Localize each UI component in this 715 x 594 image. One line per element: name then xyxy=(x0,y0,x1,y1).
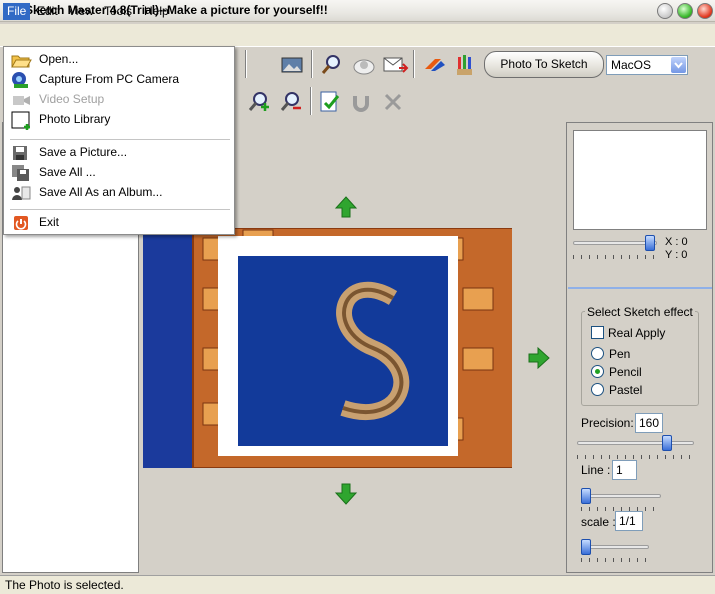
pen-label: Pen xyxy=(609,347,631,361)
email-button[interactable] xyxy=(381,51,409,79)
pencils-icon xyxy=(457,55,472,75)
preview-thumbnail[interactable] xyxy=(573,130,707,230)
line-label: Line : xyxy=(581,463,611,477)
precision-slider-track xyxy=(577,441,694,445)
folder-open-icon xyxy=(10,51,32,69)
undo-button[interactable] xyxy=(347,88,375,116)
exit-icon xyxy=(10,214,32,232)
menu-item-save-all[interactable]: Save All ... xyxy=(6,163,232,183)
video-icon xyxy=(10,91,32,109)
menu-item-save-album[interactable]: Save All As an Album... xyxy=(6,183,232,203)
convert-icon xyxy=(425,59,445,71)
zoom-out-button[interactable] xyxy=(276,88,304,116)
status-bar: The Photo is selected. xyxy=(0,575,715,594)
x-coordinate: X : 0 xyxy=(665,236,688,248)
arrow-up-icon xyxy=(334,196,358,218)
save-all-icon xyxy=(10,164,32,182)
email-icon xyxy=(383,57,409,73)
menu-bar xyxy=(0,24,715,46)
undo-icon xyxy=(353,96,369,112)
toolbar-separator xyxy=(310,87,312,115)
preview-slider-thumb[interactable] xyxy=(645,235,655,251)
status-text: The Photo is selected. xyxy=(5,578,124,592)
scale-slider-ticks xyxy=(581,558,649,562)
save-icon xyxy=(10,144,32,162)
menu-edit[interactable]: Edit xyxy=(33,3,62,20)
delete-button[interactable] xyxy=(379,88,407,116)
pencil-radio[interactable] xyxy=(591,365,604,378)
scale-slider-track xyxy=(581,545,649,549)
photo-to-sketch-button[interactable]: Photo To Sketch xyxy=(484,51,604,78)
chevron-down-icon xyxy=(671,57,686,73)
move-up-arrow[interactable] xyxy=(334,195,358,222)
scale-label: scale : xyxy=(581,515,616,529)
scale-field[interactable]: 1/1 xyxy=(615,511,643,531)
pen-radio[interactable] xyxy=(591,347,604,360)
y-coordinate: Y : 0 xyxy=(665,249,688,261)
move-down-arrow[interactable] xyxy=(334,482,358,509)
menu-help[interactable]: Help xyxy=(140,3,173,20)
menu-file[interactable]: File xyxy=(3,3,31,20)
close-button[interactable] xyxy=(697,3,713,19)
pastel-radio[interactable] xyxy=(591,383,604,396)
panel-divider xyxy=(568,287,712,289)
convert-button[interactable] xyxy=(421,51,449,79)
move-right-arrow[interactable] xyxy=(527,346,551,373)
toolbar-separator xyxy=(245,50,247,78)
photo-library-icon xyxy=(10,111,32,130)
menu-view[interactable]: View xyxy=(64,3,98,20)
photo-button[interactable] xyxy=(278,51,306,79)
zoom-in-icon xyxy=(248,92,269,111)
precision-slider-ticks xyxy=(577,455,694,459)
menu-separator xyxy=(10,139,230,140)
line-slider-thumb[interactable] xyxy=(581,488,591,504)
effect-group-title: Select Sketch effect xyxy=(585,305,695,319)
disk-icon xyxy=(353,59,375,75)
arrow-down-icon xyxy=(334,483,358,505)
menu-tools[interactable]: Tools xyxy=(100,3,136,20)
menu-separator xyxy=(10,209,230,210)
precision-field[interactable]: 160 xyxy=(635,413,663,433)
camera-icon xyxy=(10,71,32,89)
line-slider-track xyxy=(581,494,661,498)
menu-item-save-picture[interactable]: Save a Picture... xyxy=(6,143,232,163)
disk-button[interactable] xyxy=(350,51,378,79)
menu-item-video-setup: Video Setup xyxy=(6,90,232,110)
sketch-style-select[interactable]: MacOS xyxy=(606,55,688,75)
framed-photo-image xyxy=(143,228,512,468)
menu-item-open[interactable]: Open... xyxy=(6,50,232,70)
maximize-button[interactable] xyxy=(677,3,693,19)
menu-item-capture-camera[interactable]: Capture From PC Camera xyxy=(6,70,232,90)
apply-document-icon xyxy=(320,91,340,112)
pencil-label: Pencil xyxy=(609,365,642,379)
delete-x-icon xyxy=(384,93,402,111)
menu-item-photo-library[interactable]: Photo Library xyxy=(6,110,232,130)
real-apply-checkbox[interactable] xyxy=(591,326,604,339)
zoom-out-icon xyxy=(280,92,301,111)
file-menu-dropdown: Open... Capture From PC Camera Video Set… xyxy=(3,46,235,235)
scale-slider-thumb[interactable] xyxy=(581,539,591,555)
save-album-icon xyxy=(10,184,32,202)
precision-label: Precision: xyxy=(581,416,634,430)
minimize-button[interactable] xyxy=(657,3,673,19)
precision-slider-thumb[interactable] xyxy=(662,435,672,451)
real-apply-label: Real Apply xyxy=(608,326,666,340)
sketch-style-value: MacOS xyxy=(611,58,652,72)
zoom-in-button[interactable] xyxy=(244,88,272,116)
pastel-label: Pastel xyxy=(609,383,643,397)
preview-slider-ticks xyxy=(573,255,657,259)
arrow-right-icon xyxy=(528,346,550,370)
apply-button[interactable] xyxy=(316,88,344,116)
line-field[interactable]: 1 xyxy=(612,460,637,480)
toolbar-separator xyxy=(413,50,415,78)
zoom-button[interactable] xyxy=(318,51,346,79)
landscape-photo-icon xyxy=(281,57,303,73)
photo-canvas[interactable] xyxy=(143,228,512,468)
menu-item-exit[interactable]: Exit xyxy=(6,213,232,233)
pencils-button[interactable] xyxy=(452,51,480,79)
toolbar-separator xyxy=(311,50,313,78)
magnifier-icon xyxy=(321,55,340,74)
